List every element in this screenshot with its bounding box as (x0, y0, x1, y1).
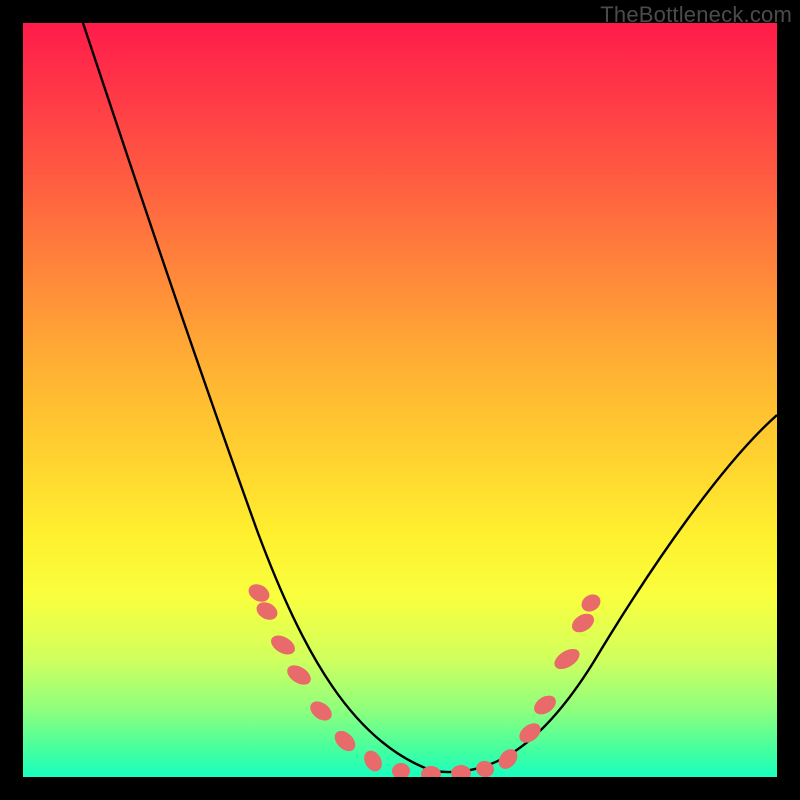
watermark-text: TheBottleneck.com (600, 2, 792, 28)
plot-area (23, 23, 777, 777)
curve-marker (307, 697, 336, 724)
curve-marker (578, 591, 603, 615)
curve-marker (284, 661, 315, 688)
curve-layer (23, 23, 777, 777)
curve-marker (254, 599, 281, 623)
curve-marker (451, 765, 471, 777)
curve-marker (569, 610, 598, 636)
curve-marker (361, 747, 386, 774)
curve-marker (516, 719, 545, 746)
curve-marker (268, 632, 299, 659)
curve-marker (551, 645, 583, 673)
curve-marker (331, 727, 359, 755)
chart-frame: TheBottleneck.com (0, 0, 800, 800)
curve-marker (474, 759, 496, 777)
curve-marker (246, 581, 273, 605)
marker-group (246, 581, 604, 777)
curve-marker (392, 763, 410, 777)
bottleneck-curve (83, 23, 777, 772)
